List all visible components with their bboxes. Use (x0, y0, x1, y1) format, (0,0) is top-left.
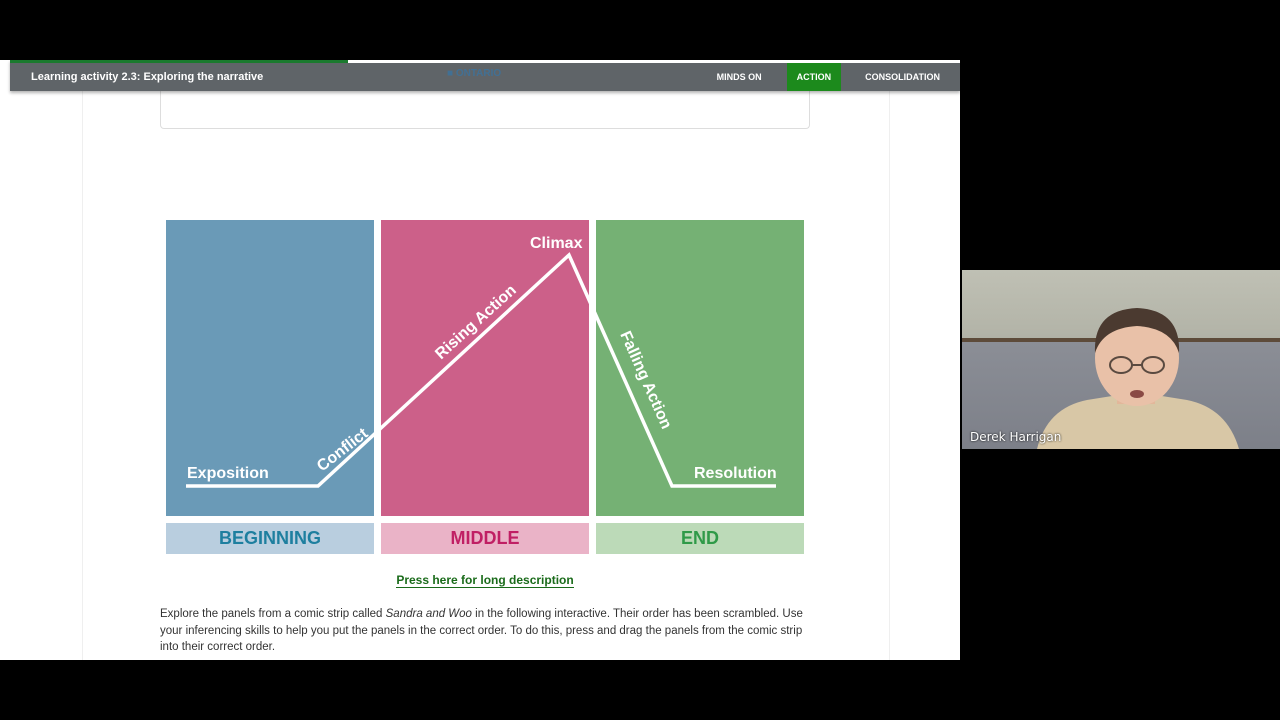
beginning-label: BEGINNING (166, 523, 374, 554)
narrative-arc-line (186, 252, 776, 488)
long-description-link[interactable]: Press here for long description (160, 573, 810, 588)
progress-bar (10, 60, 348, 63)
participant-name: Derek Harrigan (970, 430, 1062, 444)
plot-line-svg: Exposition Conflict Rising Action Climax… (186, 235, 777, 488)
comic-title: Sandra and Woo (385, 608, 472, 620)
tab-action[interactable]: ACTION (786, 63, 842, 91)
activity-title: Learning activity 2.3: Exploring the nar… (31, 71, 264, 83)
activity-header: Learning activity 2.3: Exploring the nar… (10, 60, 960, 91)
instructions-paragraph: Explore the panels from a comic strip ca… (160, 606, 814, 656)
long-description-link-text[interactable]: Press here for long description (396, 573, 574, 588)
conflict-label: Conflict (314, 425, 372, 475)
end-label: END (596, 523, 804, 554)
section-nav: MINDS ON ACTION CONSOLIDATION (707, 63, 960, 91)
narrative-arc-diagram: Exposition Conflict Rising Action Climax… (166, 220, 804, 555)
middle-label: MIDDLE (381, 523, 589, 554)
instructions-part1: Explore the panels from a comic strip ca… (160, 608, 386, 620)
climax-label: Climax (530, 235, 583, 252)
participant-video-tile[interactable]: Derek Harrigan (962, 270, 1280, 449)
shared-screen: Learning activity 2.3: Exploring the nar… (0, 60, 960, 660)
resolution-label: Resolution (694, 465, 777, 482)
participant-video-avatar (1037, 308, 1239, 449)
ontario-logo: ■ ONTARIO (447, 68, 502, 79)
exposition-label: Exposition (187, 465, 269, 482)
tab-consolidation[interactable]: CONSOLIDATION (841, 63, 960, 91)
rising-action-label: Rising Action (432, 282, 520, 363)
tab-minds-on[interactable]: MINDS ON (707, 63, 772, 91)
